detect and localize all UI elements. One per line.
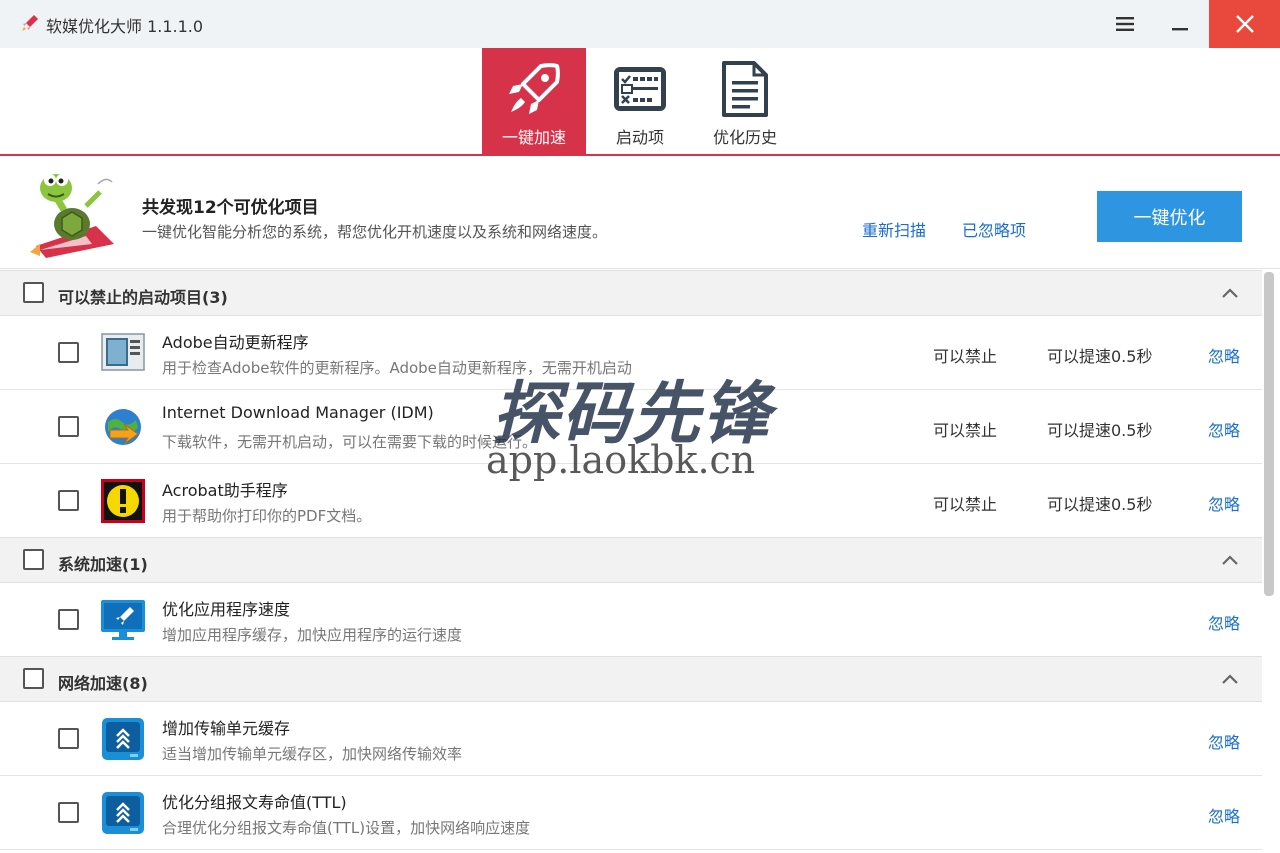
scan-result-title: 共发现12个可优化项目 (142, 198, 319, 218)
rocket-icon (22, 15, 38, 31)
item-checkbox[interactable] (58, 416, 79, 437)
ignore-link[interactable]: 忽略 (1208, 491, 1240, 515)
ignore-link[interactable]: 忽略 (1208, 729, 1240, 753)
minimize-icon (1172, 28, 1188, 31)
group-title: 系统加速(1) (58, 555, 148, 574)
item-description: 适当增加传输单元缓存区，加快网络传输效率 (162, 745, 463, 763)
menu-button[interactable] (1098, 0, 1152, 48)
minimize-button[interactable] (1154, 0, 1208, 48)
item-status: 可以禁止 (933, 495, 998, 514)
ignore-link[interactable]: 忽略 (1208, 417, 1240, 441)
tab-startup-items[interactable]: 启动项 (588, 48, 692, 154)
ignore-link[interactable]: 忽略 (1208, 803, 1240, 827)
group-header-system-speedup[interactable]: 系统加速(1) (0, 537, 1262, 583)
ignore-link[interactable]: 忽略 (1208, 343, 1240, 367)
group-header-startup[interactable]: 可以禁止的启动项目(3) (0, 270, 1262, 316)
rescan-link[interactable]: 重新扫描 (862, 217, 926, 241)
tab-label: 一键加速 (501, 128, 566, 147)
tab-optimize-history[interactable]: 优化历史 (693, 48, 797, 154)
tab-bar: 一键加速 启动项 优化历史 (0, 48, 1280, 154)
chevron-up-icon[interactable] (1220, 285, 1240, 301)
item-status: 可以禁止 (933, 347, 998, 366)
ignored-items-link[interactable]: 已忽略项 (962, 217, 1026, 241)
item-checkbox[interactable] (58, 728, 79, 749)
title-bar: 软媒优化大师 1.1.1.0 (0, 0, 1280, 48)
hamburger-icon (1116, 17, 1134, 31)
app-title: 软媒优化大师 1.1.1.0 (46, 17, 204, 36)
group-checkbox[interactable] (23, 549, 44, 570)
item-checkbox[interactable] (58, 802, 79, 823)
close-button[interactable] (1209, 0, 1280, 48)
item-checkbox[interactable] (58, 342, 79, 363)
list-scrollbar[interactable] (1264, 272, 1274, 596)
scan-result-description: 一键优化智能分析您的系统，帮您优化开机速度以及系统和网络速度。 (142, 223, 608, 241)
item-name: Acrobat助手程序 (162, 481, 288, 500)
item-name: Adobe自动更新程序 (162, 333, 309, 352)
idm-globe-icon (105, 409, 141, 445)
item-checkbox[interactable] (58, 490, 79, 511)
startup-list-icon (614, 67, 666, 111)
item-speedup: 可以提速0.5秒 (1047, 421, 1153, 440)
list-item: 优化应用程序速度 增加应用程序缓存，加快应用程序的运行速度 忽略 (0, 583, 1262, 657)
chevron-up-icon[interactable] (1220, 552, 1240, 568)
list-item: 优化分组报文寿命值(TTL) 合理优化分组报文寿命值(TTL)设置，加快网络响应… (0, 776, 1262, 850)
one-click-optimize-button[interactable]: 一键优化 (1097, 191, 1242, 242)
item-description: 用于帮助你打印你的PDF文档。 (162, 507, 372, 525)
item-name: 优化应用程序速度 (162, 600, 291, 619)
item-status: 可以禁止 (933, 421, 998, 440)
tab-label: 启动项 (615, 128, 664, 147)
item-name: 优化分组报文寿命值(TTL) (162, 793, 347, 812)
item-description: 下载软件，无需开机启动，可以在需要下载的时候运行。 (162, 433, 538, 451)
item-name: Internet Download Manager (IDM) (162, 403, 434, 422)
network-boost-icon (102, 718, 144, 760)
watermark-url: app.laokbk.cn (486, 438, 756, 482)
tab-one-click-speedup[interactable]: 一键加速 (482, 48, 586, 154)
close-icon (1235, 15, 1254, 33)
network-boost-icon (102, 792, 144, 834)
ignore-link[interactable]: 忽略 (1208, 610, 1240, 634)
group-title: 可以禁止的启动项目(3) (58, 288, 228, 307)
item-checkbox[interactable] (58, 609, 79, 630)
item-name: 增加传输单元缓存 (162, 719, 291, 738)
group-checkbox[interactable] (23, 668, 44, 689)
group-checkbox[interactable] (23, 282, 44, 303)
rocket-icon (509, 63, 560, 114)
document-icon (722, 61, 768, 117)
item-description: 增加应用程序缓存，加快应用程序的运行速度 (162, 626, 463, 644)
item-speedup: 可以提速0.5秒 (1047, 495, 1153, 514)
group-title: 网络加速(8) (58, 674, 148, 693)
group-header-network-speedup[interactable]: 网络加速(8) (0, 656, 1262, 702)
turtle-rocket-mascot-icon (30, 174, 114, 258)
warning-icon (101, 479, 145, 523)
adobe-updater-icon (101, 333, 145, 371)
item-speedup: 可以提速0.5秒 (1047, 347, 1153, 366)
list-item: 增加传输单元缓存 适当增加传输单元缓存区，加快网络传输效率 忽略 (0, 702, 1262, 776)
tab-label: 优化历史 (712, 128, 777, 147)
scan-summary: 共发现12个可优化项目 一键优化智能分析您的系统，帮您优化开机速度以及系统和网络… (0, 156, 1280, 269)
chevron-up-icon[interactable] (1220, 671, 1240, 687)
monitor-rocket-icon (101, 600, 145, 640)
item-description: 合理优化分组报文寿命值(TTL)设置，加快网络响应速度 (162, 819, 531, 837)
